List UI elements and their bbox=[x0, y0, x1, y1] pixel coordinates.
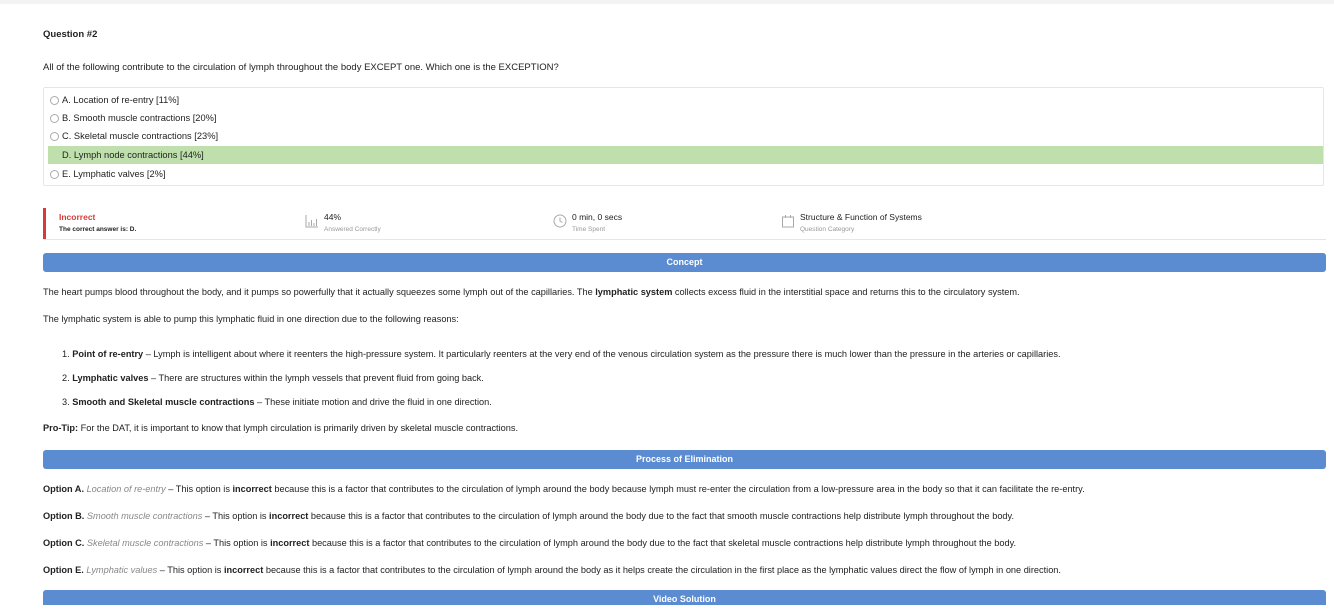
text: because this is a factor that contribute… bbox=[263, 565, 1061, 575]
text: because this is a factor that contribute… bbox=[308, 511, 1015, 521]
option-name: Smooth muscle contractions bbox=[86, 511, 203, 521]
radio-icon[interactable] bbox=[50, 169, 59, 179]
video-header[interactable]: Video Solution bbox=[43, 590, 1326, 605]
pro-tip-text: For the DAT, it is important to know tha… bbox=[78, 423, 519, 433]
option-e[interactable]: E. Lymphatic valves [2%] bbox=[48, 165, 1323, 183]
category-label: Question Category bbox=[800, 226, 855, 233]
item-number: 2. bbox=[62, 373, 73, 383]
option-b[interactable]: B. Smooth muscle contractions [20%] bbox=[48, 109, 1323, 127]
elimination-header[interactable]: Process of Elimination bbox=[43, 450, 1326, 469]
time-stat: 0 min, 0 secs Time Spent bbox=[553, 212, 623, 233]
elimination-item: Option A. Location of re-entry – This op… bbox=[43, 484, 1085, 494]
option-tag: Option A. bbox=[43, 484, 84, 494]
text: – This option is bbox=[157, 565, 224, 575]
result-stats: Incorrect The correct answer is: D. 44% … bbox=[43, 208, 1326, 240]
text: – This option is bbox=[203, 538, 271, 548]
list-item: 1. Point of re-entry – Lymph is intellig… bbox=[62, 349, 1061, 359]
radio-icon[interactable] bbox=[50, 131, 59, 141]
option-tag: Option B. bbox=[43, 511, 85, 521]
text: collects excess fluid in the interstitia… bbox=[672, 287, 1020, 297]
calendar-icon bbox=[782, 215, 794, 228]
option-name: Skeletal muscle contractions bbox=[86, 538, 204, 548]
category-stat: Structure & Function of Systems Question… bbox=[782, 212, 922, 233]
item-text: – There are structures within the lymph … bbox=[148, 373, 484, 383]
question-text: All of the following contribute to the c… bbox=[43, 62, 559, 73]
option-d[interactable]: D. Lymph node contractions [44%] bbox=[48, 146, 1323, 164]
verdict: incorrect bbox=[269, 511, 309, 521]
clock-icon bbox=[553, 214, 567, 228]
bar-chart-icon bbox=[305, 215, 318, 228]
radio-icon[interactable] bbox=[50, 95, 59, 105]
verdict: incorrect bbox=[270, 538, 310, 548]
option-label: C. Skeletal muscle contractions [23%] bbox=[62, 131, 219, 141]
text: – This option is bbox=[165, 484, 233, 494]
pro-tip: Pro-Tip: For the DAT, it is important to… bbox=[43, 423, 518, 433]
time-value: 0 min, 0 secs bbox=[572, 212, 623, 222]
option-name: Location of re-entry bbox=[86, 484, 166, 494]
item-number: 3. bbox=[62, 397, 73, 407]
option-name: Lymphatic values bbox=[86, 565, 158, 575]
correct-answer: The correct answer is: D. bbox=[59, 226, 137, 233]
option-tag: Option C. bbox=[43, 538, 85, 548]
pro-tip-label: Pro-Tip: bbox=[43, 423, 79, 433]
item-number: 1. bbox=[62, 349, 73, 359]
item-text: – These initiate motion and drive the fl… bbox=[254, 397, 492, 407]
radio-icon[interactable] bbox=[50, 113, 59, 123]
elimination-item: Option B. Smooth muscle contractions – T… bbox=[43, 511, 1014, 521]
question-number: Question #2 bbox=[43, 29, 98, 40]
option-label: B. Smooth muscle contractions [20%] bbox=[62, 113, 217, 123]
text: – This option is bbox=[202, 511, 270, 521]
option-label: E. Lymphatic valves [2%] bbox=[62, 169, 166, 179]
text-bold: lymphatic system bbox=[595, 287, 673, 297]
top-bar bbox=[0, 0, 1334, 4]
item-title: Point of re-entry bbox=[72, 349, 144, 359]
verdict: incorrect bbox=[223, 565, 264, 575]
percent-stat: 44% Answered Correctly bbox=[305, 212, 381, 233]
item-title: Lymphatic valves bbox=[72, 373, 149, 383]
time-label: Time Spent bbox=[572, 226, 605, 233]
option-a[interactable]: A. Location of re-entry [11%] bbox=[48, 91, 1323, 109]
list-item: 2. Lymphatic valves – There are structur… bbox=[62, 373, 484, 383]
category-value: Structure & Function of Systems bbox=[800, 212, 922, 222]
result-status: Incorrect bbox=[59, 212, 96, 222]
option-c[interactable]: C. Skeletal muscle contractions [23%] bbox=[48, 127, 1323, 145]
concept-paragraph-1: The heart pumps blood throughout the bod… bbox=[43, 287, 1020, 297]
verdict: incorrect bbox=[232, 484, 272, 494]
option-tag: Option E. bbox=[43, 565, 84, 575]
elimination-item: Option E. Lymphatic values – This option… bbox=[43, 565, 1061, 575]
concept-paragraph-2: The lymphatic system is able to pump thi… bbox=[43, 314, 459, 324]
elimination-item: Option C. Skeletal muscle contractions –… bbox=[43, 538, 1016, 548]
result-indicator bbox=[43, 208, 46, 239]
text: because this is a factor that contribute… bbox=[271, 484, 1085, 494]
result-stat: Incorrect The correct answer is: D. bbox=[59, 212, 136, 233]
item-title: Smooth and Skeletal muscle contractions bbox=[72, 397, 255, 407]
text: because this is a factor that contribute… bbox=[309, 538, 1017, 548]
option-label: D. Lymph node contractions [44%] bbox=[62, 150, 204, 160]
concept-header[interactable]: Concept bbox=[43, 253, 1326, 272]
item-text: – Lymph is intelligent about where it re… bbox=[143, 349, 1061, 359]
percent-label: Answered Correctly bbox=[324, 226, 381, 233]
percent-value: 44% bbox=[324, 212, 342, 222]
text: The heart pumps blood throughout the bod… bbox=[43, 287, 596, 297]
answer-options: A. Location of re-entry [11%] B. Smooth … bbox=[43, 87, 1324, 186]
option-label: A. Location of re-entry [11%] bbox=[62, 95, 180, 105]
list-item: 3. Smooth and Skeletal muscle contractio… bbox=[62, 397, 492, 407]
